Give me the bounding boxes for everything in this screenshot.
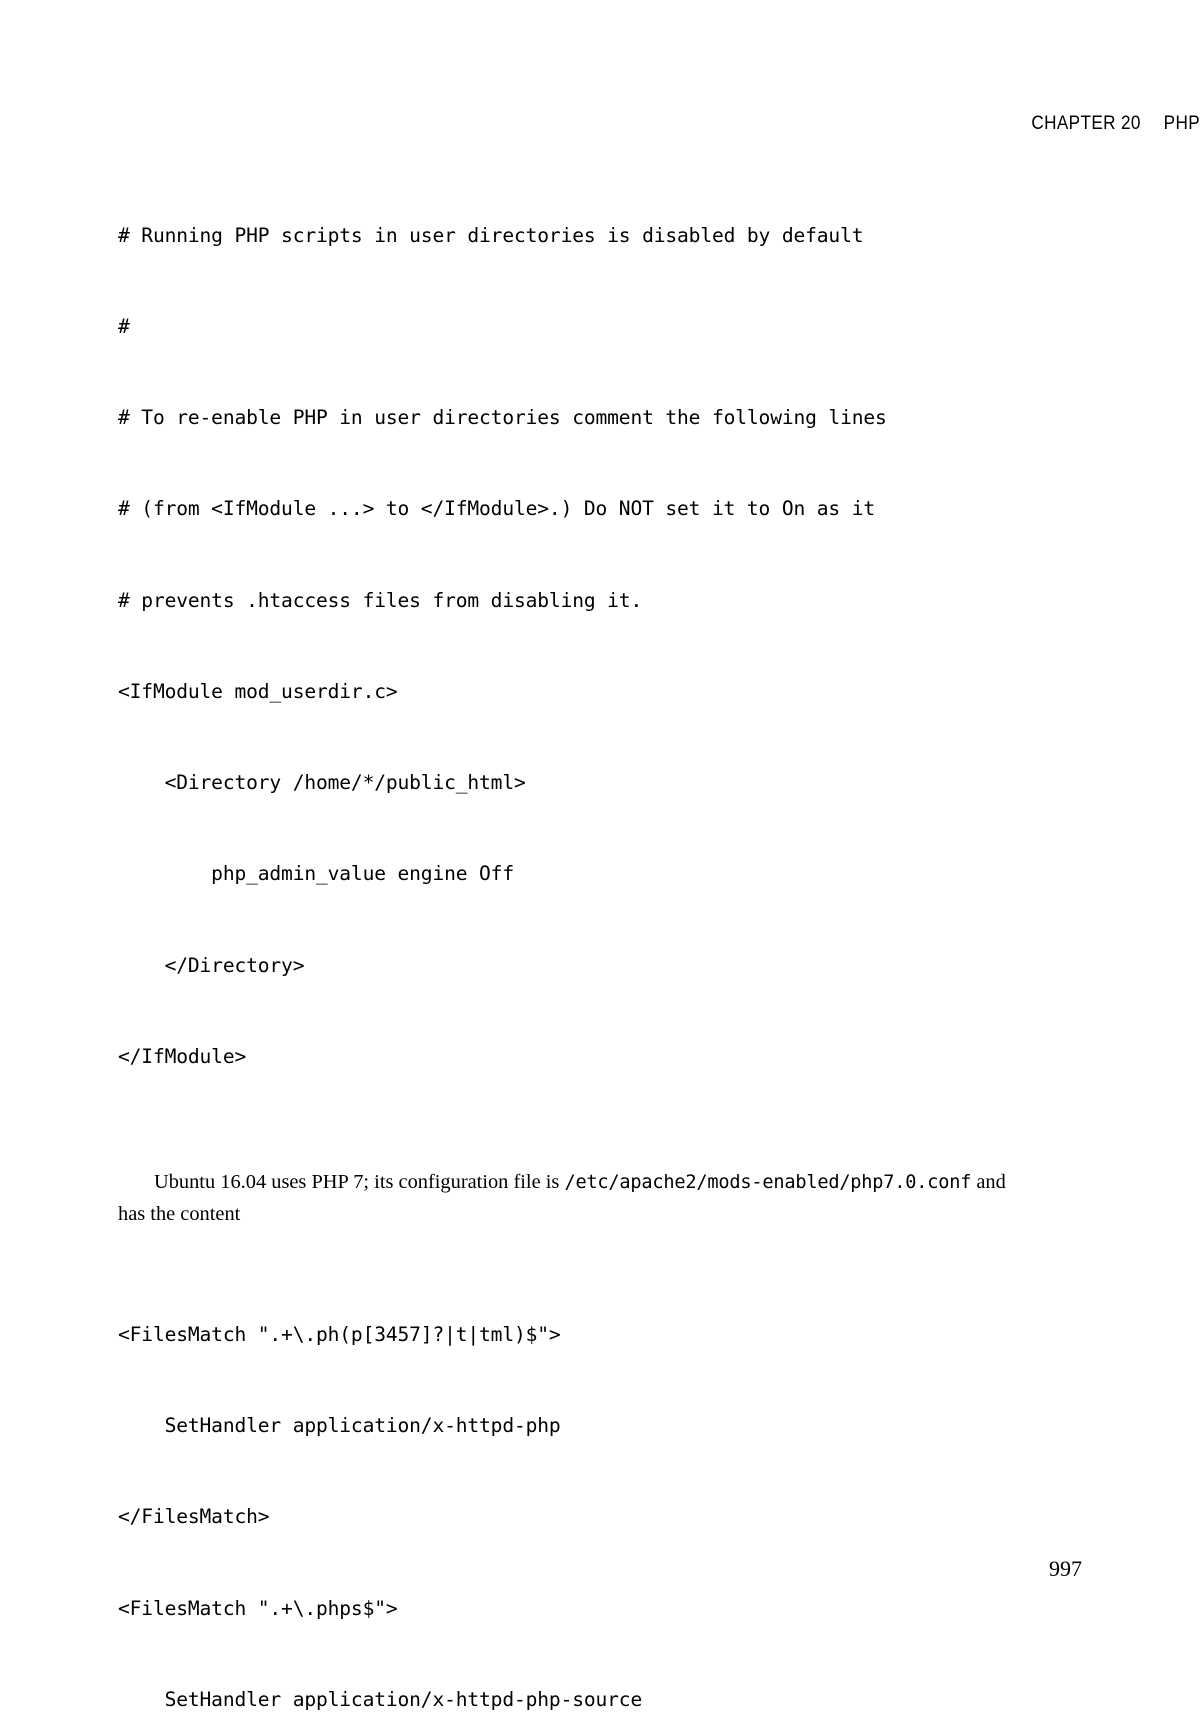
code-line: # To re-enable PHP in user directories c… xyxy=(118,406,887,430)
running-head-title: PHP xyxy=(1163,112,1200,134)
paragraph-text-lead: Ubuntu 16.04 uses PHP 7; its configurati… xyxy=(154,1171,565,1193)
code-line: SetHandler application/x-httpd-php-sourc… xyxy=(118,1687,643,1711)
code-line: <Directory /home/*/public_html> xyxy=(118,771,526,795)
running-head-chapter: CHAPTER 20 xyxy=(1031,112,1141,134)
page-content: # Running PHP scripts in user directorie… xyxy=(118,160,1026,1714)
code-line: </Directory> xyxy=(118,953,305,977)
code-line: <FilesMatch ".+\.phps$"> xyxy=(118,1596,398,1620)
page-number: 997 xyxy=(1049,1556,1082,1581)
paragraph-ubuntu-config: Ubuntu 16.04 uses PHP 7; its configurati… xyxy=(118,1167,1026,1229)
inline-code-path: /etc/apache2/mods-enabled/php7.0.conf xyxy=(564,1172,972,1193)
code-line: php_admin_value engine Off xyxy=(118,862,514,886)
code-line: </IfModule> xyxy=(118,1044,247,1068)
document-page: CHAPTER 20 PHP # Running PHP scripts in u… xyxy=(0,0,1200,1714)
code-line: # Running PHP scripts in user directorie… xyxy=(118,223,864,247)
code-line: SetHandler application/x-httpd-php xyxy=(118,1414,561,1438)
running-head: CHAPTER 20 PHP xyxy=(144,112,1200,135)
code-block-php7-conf: <FilesMatch ".+\.ph(p[3457]?|t|tml)$"> S… xyxy=(118,1259,1026,1714)
code-line: <IfModule mod_userdir.c> xyxy=(118,679,398,703)
code-block-php5-conf: # Running PHP scripts in user directorie… xyxy=(118,160,1026,1133)
code-line: # (from <IfModule ...> to </IfModule>.) … xyxy=(118,497,876,521)
code-line: # prevents .htaccess files from disablin… xyxy=(118,588,643,612)
code-line: # xyxy=(118,315,130,339)
code-line: <FilesMatch ".+\.ph(p[3457]?|t|tml)$"> xyxy=(118,1323,561,1346)
code-line: </FilesMatch> xyxy=(118,1505,270,1529)
